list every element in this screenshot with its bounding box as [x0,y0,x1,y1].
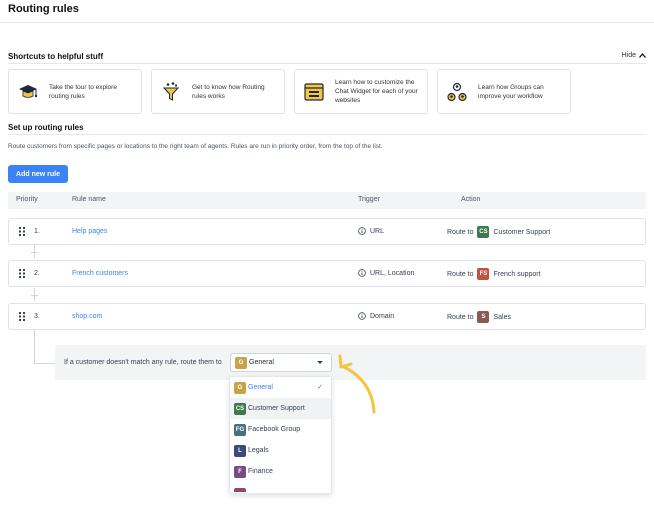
annotation-arrow-icon [338,354,376,414]
table-row[interactable]: 2. French customers URL, Location Route … [8,260,646,287]
shortcuts-title: Shortcuts to helpful stuff [8,52,104,61]
group-badge: F [234,465,246,478]
group-badge: FG [234,423,246,436]
shortcut-card-text: Get to know how Routing rules works [192,83,265,100]
header-divider [0,22,654,23]
option-label: Finance [248,468,273,475]
chat-widget-icon [304,82,324,101]
group-dropdown: G General ✓ CS Customer Support FG Faceb… [229,376,332,494]
rule-name-link[interactable]: shop.com [72,313,102,320]
setup-description: Route customers from specific pages or l… [8,143,383,150]
shortcut-card-groups[interactable]: Learn how Groups can improve your workfl… [437,69,571,114]
action-header: Action [461,196,481,203]
group-badge: G [234,381,246,394]
add-new-rule-button[interactable]: Add new rule [8,165,68,183]
option-label: Facebook Group [248,426,301,433]
dropdown-option-finance[interactable]: F Finance [230,461,331,482]
rule-priority: 3. [34,313,40,320]
group-name: Sales [493,313,511,321]
hide-label: Hide [621,52,636,59]
selected-group: General [249,359,274,366]
group-badge: S [477,311,490,323]
funnel-icon [162,81,180,101]
fallback-connector [34,330,35,363]
trigger-text: URL, Location [370,269,415,277]
trigger-text: Domain [370,312,395,320]
rule-name-link[interactable]: Help pages [72,228,107,235]
rule-connector-tick [31,252,38,253]
group-badge: L [234,444,246,457]
rule-name-header: Rule name [72,196,106,203]
info-icon [358,312,366,320]
rule-priority: 2. [34,270,40,277]
option-label: Customer Support [248,405,305,412]
dropdown-option-facebook-group[interactable]: FG Facebook Group [230,419,331,440]
rule-connector-tick [31,295,38,296]
drag-handle-icon[interactable] [19,269,25,278]
group-badge: CS [477,226,490,238]
shortcut-card-chat-widget[interactable]: Learn how to customize the Chat Widget f… [294,69,428,114]
shortcut-card-text: Learn how Groups can improve your workfl… [478,83,544,100]
shortcuts-divider [8,63,646,64]
info-icon [358,269,366,277]
setup-divider [8,134,646,135]
caret-down-icon [317,361,323,364]
table-row[interactable]: 3. shop.com Domain Route to S Sales [8,303,646,330]
rule-action: Route to FS French support [447,268,541,280]
group-badge: CS [234,402,246,415]
shortcut-card-text: Take the tour to explore routing rules [49,83,117,100]
dropdown-option-general[interactable]: G General ✓ [230,377,331,398]
dropdown-option-customer-support[interactable]: CS Customer Support [230,398,331,419]
fallback-connector [34,363,55,364]
group-name: French support [493,270,541,278]
rule-trigger: URL [358,227,384,235]
option-label: Legals [248,447,269,454]
group-badge: FS [477,268,490,280]
checkmark-icon: ✓ [317,384,323,391]
rule-trigger: URL, Location [358,269,414,277]
graduation-cap-icon [19,84,38,98]
action-prefix: Route to [447,313,474,321]
fallback-group-select[interactable]: G General [230,353,332,372]
rule-trigger: Domain [358,312,394,320]
info-icon [358,227,366,235]
dropdown-option-partial[interactable] [230,482,331,492]
shortcut-cards: Take the tour to explore routing rules G… [8,69,571,114]
table-header: Priority Rule name Trigger Action [8,192,646,209]
page-title: Routing rules [8,3,79,15]
option-label: General [248,384,273,391]
rule-action: Route to CS Customer Support [447,226,550,238]
shortcut-card-text: Learn how to customize the Chat Widget f… [335,79,418,104]
table-row[interactable]: 1. Help pages URL Route to CS Customer S… [8,218,646,245]
group-badge [234,488,246,492]
drag-handle-icon[interactable] [19,227,25,236]
fallback-text: If a customer doesn't match any rule, ro… [64,359,222,366]
shortcut-card-tour[interactable]: Take the tour to explore routing rules [8,69,142,114]
priority-header: Priority [16,196,38,203]
rule-priority: 1. [34,228,40,235]
rule-name-link[interactable]: French customers [72,270,128,277]
dropdown-option-legals[interactable]: L Legals [230,440,331,461]
action-prefix: Route to [447,270,474,278]
trigger-header: Trigger [358,196,380,203]
group-name: Customer Support [493,228,551,236]
setup-title: Set up routing rules [8,123,84,132]
rule-action: Route to S Sales [447,311,511,323]
groups-icon [447,82,467,101]
trigger-text: URL [370,227,385,235]
chevron-up-icon [639,53,646,58]
drag-handle-icon[interactable] [19,312,25,321]
hide-shortcuts-button[interactable]: Hide [622,52,646,59]
group-badge: G [235,356,247,369]
shortcut-card-routing-rules[interactable]: Get to know how Routing rules works [151,69,285,114]
action-prefix: Route to [447,228,474,236]
